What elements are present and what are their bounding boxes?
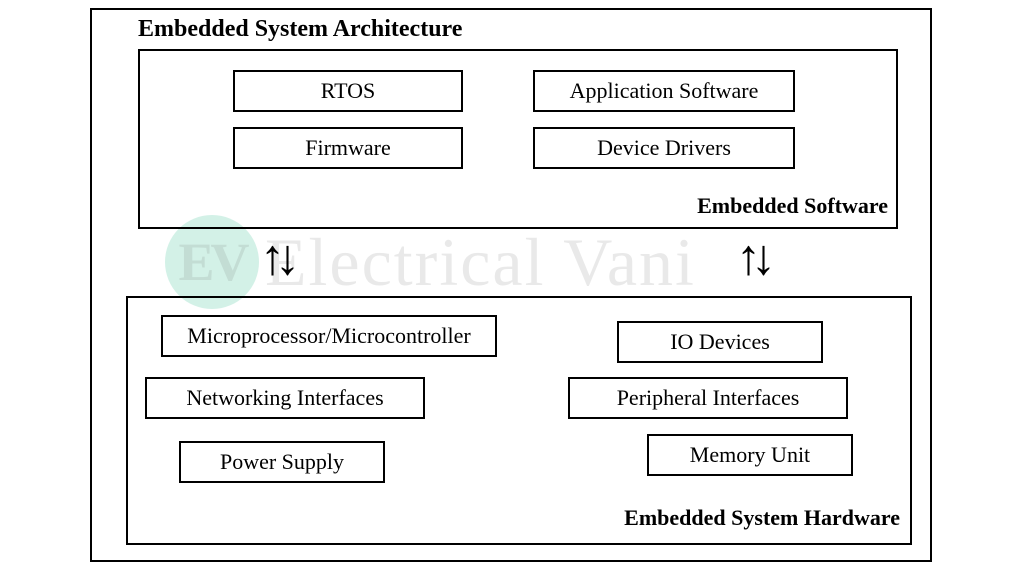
power-supply-box: Power Supply — [179, 441, 385, 483]
microprocessor-box: Microprocessor/Microcontroller — [161, 315, 497, 357]
microprocessor-label: Microprocessor/Microcontroller — [187, 323, 470, 349]
rtos-box: RTOS — [233, 70, 463, 112]
firmware-box: Firmware — [233, 127, 463, 169]
io-devices-box: IO Devices — [617, 321, 823, 363]
bidirectional-arrow-left: ↑↓ — [260, 232, 290, 282]
rtos-label: RTOS — [321, 78, 376, 104]
peripheral-interfaces-label: Peripheral Interfaces — [617, 385, 800, 411]
io-devices-label: IO Devices — [670, 329, 770, 355]
embedded-software-label: Embedded Software — [697, 193, 888, 219]
device-drivers-label: Device Drivers — [597, 135, 731, 161]
networking-interfaces-box: Networking Interfaces — [145, 377, 425, 419]
power-supply-label: Power Supply — [220, 449, 344, 475]
firmware-label: Firmware — [305, 135, 391, 161]
peripheral-interfaces-box: Peripheral Interfaces — [568, 377, 848, 419]
memory-unit-box: Memory Unit — [647, 434, 853, 476]
architecture-title: Embedded System Architecture — [138, 16, 462, 43]
embedded-hardware-label: Embedded System Hardware — [624, 505, 900, 531]
memory-unit-label: Memory Unit — [690, 442, 810, 468]
application-software-box: Application Software — [533, 70, 795, 112]
application-software-label: Application Software — [570, 78, 759, 104]
bidirectional-arrow-right: ↑↓ — [736, 232, 766, 282]
device-drivers-box: Device Drivers — [533, 127, 795, 169]
networking-interfaces-label: Networking Interfaces — [186, 385, 383, 411]
